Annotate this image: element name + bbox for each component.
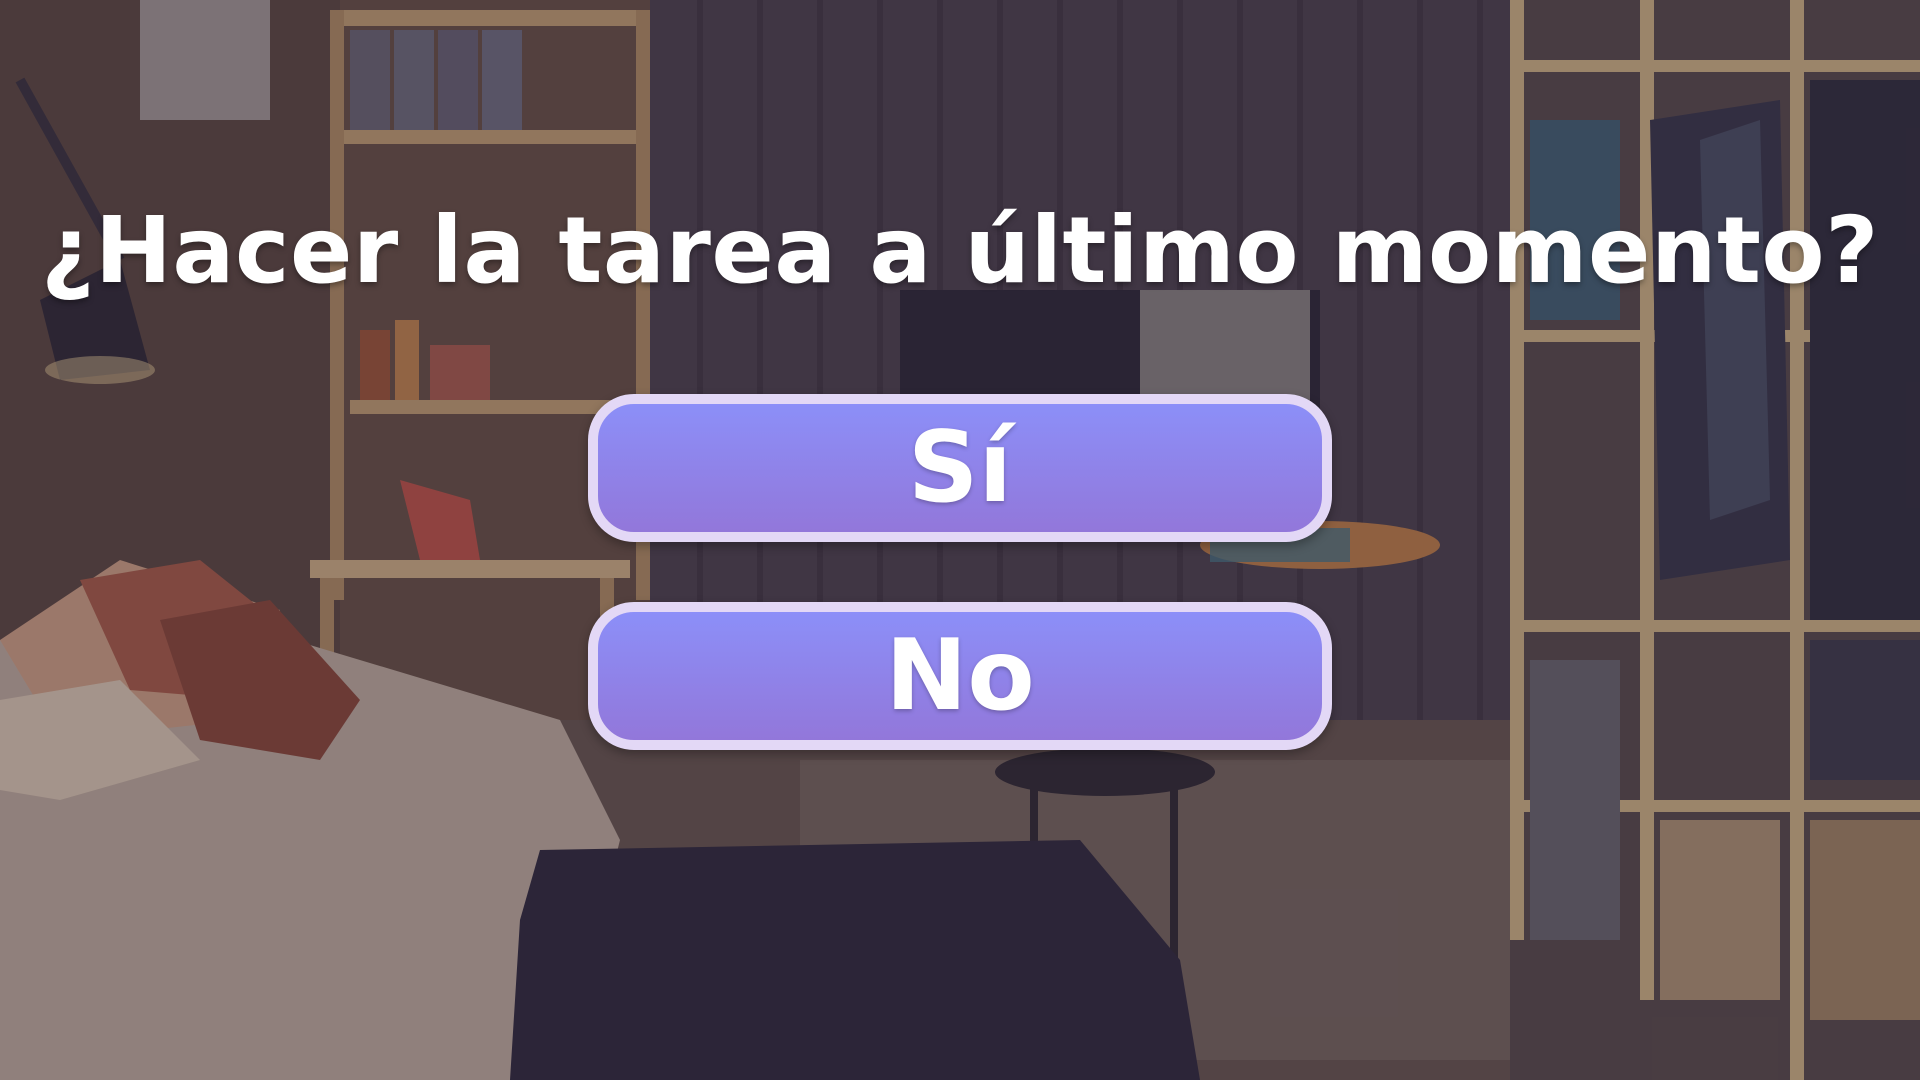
choice-yes-button[interactable]: Sí <box>588 394 1332 542</box>
choice-no-label: No <box>885 619 1035 733</box>
question-title: ¿Hacer la tarea a último momento? <box>41 197 1879 304</box>
choice-yes-label: Sí <box>907 411 1013 525</box>
choice-no-button[interactable]: No <box>588 602 1332 750</box>
